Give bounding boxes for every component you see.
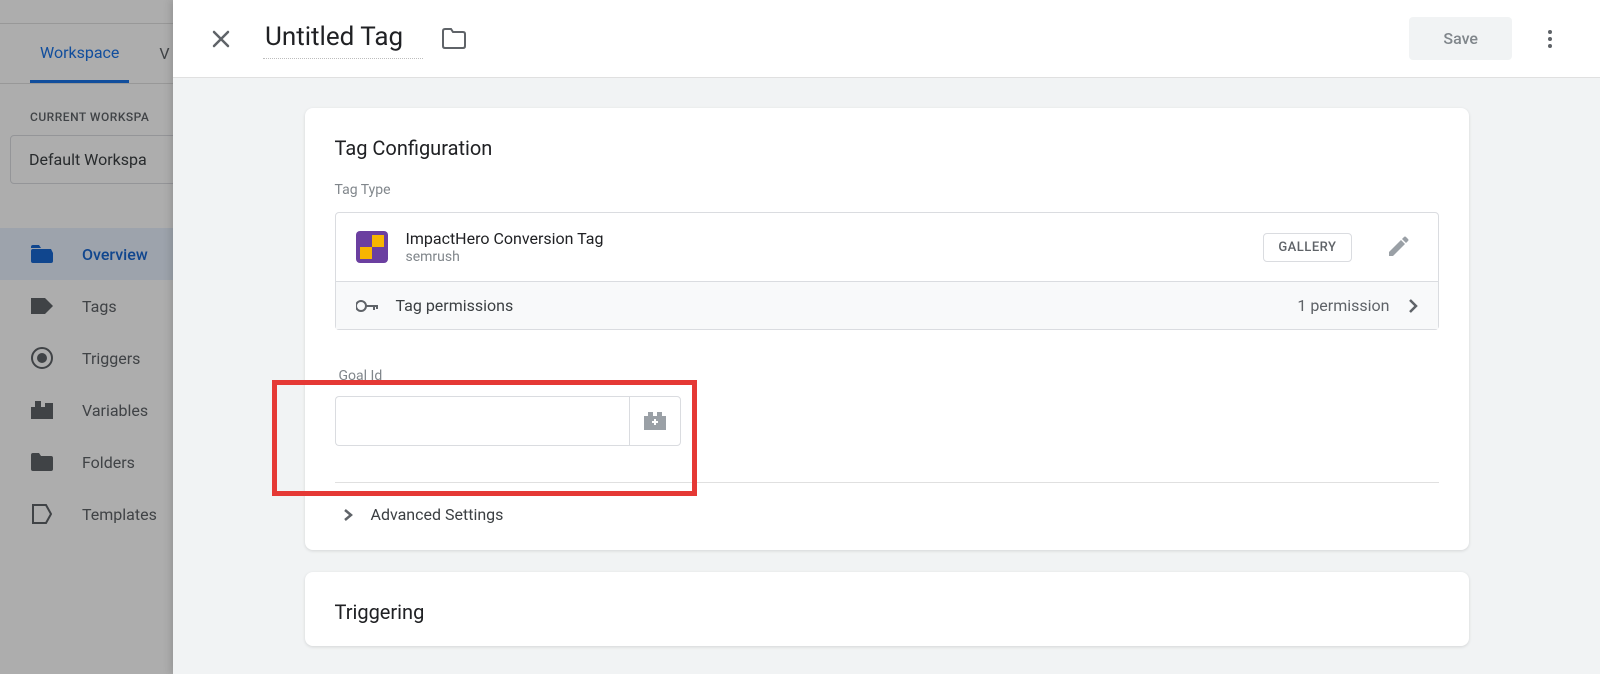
tag-configuration-card: Tag Configuration Tag Type ImpactHero Co…	[305, 108, 1469, 550]
chevron-right-icon	[343, 508, 353, 522]
tag-type-row: ImpactHero Conversion Tag semrush GALLER…	[336, 213, 1438, 281]
save-button[interactable]: Save	[1409, 17, 1512, 60]
panel-header: Save	[173, 0, 1600, 78]
tag-editor-panel: Save Tag Configuration Tag Type ImpactHe…	[173, 0, 1600, 674]
close-icon	[211, 29, 231, 49]
tag-type-name: ImpactHero Conversion Tag	[406, 229, 604, 250]
tag-logo-icon	[356, 231, 388, 263]
kebab-icon	[1548, 30, 1552, 48]
close-button[interactable]	[201, 19, 241, 59]
triggering-card[interactable]: Triggering	[305, 572, 1469, 646]
tag-type-box: ImpactHero Conversion Tag semrush GALLER…	[335, 212, 1439, 330]
tag-permissions-row[interactable]: Tag permissions 1 permission	[336, 281, 1438, 329]
goal-id-label: Goal Id	[335, 368, 1439, 384]
advanced-settings-label: Advanced Settings	[371, 505, 504, 524]
more-menu-button[interactable]	[1530, 19, 1570, 59]
panel-body: Tag Configuration Tag Type ImpactHero Co…	[173, 78, 1600, 674]
tag-name-input[interactable]	[263, 18, 423, 59]
variable-brick-icon	[644, 412, 666, 430]
edit-tag-type-button[interactable]	[1378, 227, 1418, 267]
tag-type-vendor: semrush	[406, 249, 604, 265]
permissions-count: 1 permission	[1297, 296, 1389, 315]
pencil-icon	[1387, 236, 1409, 258]
goal-id-block: Goal Id	[335, 360, 1439, 464]
card-title: Triggering	[305, 572, 1469, 646]
permissions-label: Tag permissions	[396, 296, 514, 315]
key-icon	[356, 300, 378, 312]
folder-outline-icon[interactable]	[441, 28, 467, 50]
chevron-right-icon	[1408, 298, 1418, 314]
gallery-badge: GALLERY	[1263, 233, 1351, 262]
card-title: Tag Configuration	[305, 108, 1469, 182]
advanced-settings-row[interactable]: Advanced Settings	[335, 483, 1439, 524]
insert-variable-button[interactable]	[629, 396, 681, 446]
tag-type-label: Tag Type	[335, 182, 1439, 198]
goal-id-input[interactable]	[335, 396, 629, 446]
